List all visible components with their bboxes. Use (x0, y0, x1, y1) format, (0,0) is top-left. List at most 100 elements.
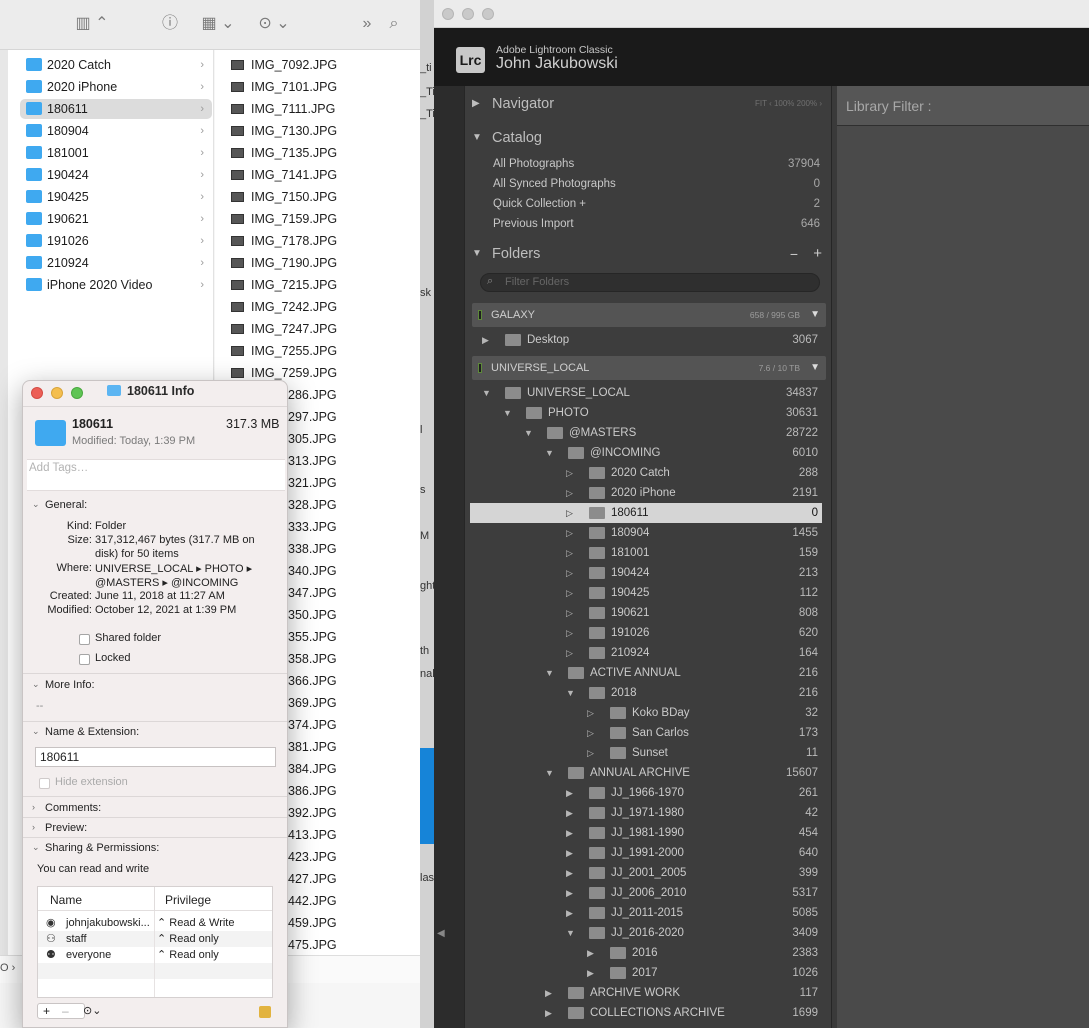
filter-folders-input[interactable]: ⌕ Filter Folders (480, 273, 820, 292)
list-item[interactable]: 180904 › (20, 121, 212, 141)
file-item[interactable]: 321.JPG (288, 473, 337, 493)
folder-tree-item[interactable]: ▷ 181001 159 (470, 543, 822, 563)
file-item[interactable]: 369.JPG (288, 693, 337, 713)
chevron-right-icon[interactable]: ▷ (566, 523, 573, 543)
file-item[interactable]: 427.JPG (288, 869, 337, 889)
folder-tree-item[interactable]: ▶ Desktop 3067 (470, 330, 822, 350)
folder-tree-item[interactable]: ▼ UNIVERSE_LOCAL 34837 (470, 383, 822, 403)
chevron-right-icon[interactable]: ▶ (545, 1003, 552, 1023)
folder-tree-item[interactable]: ▷ 180611 0 (470, 503, 822, 523)
chevron-down-icon[interactable]: ▼ (566, 683, 575, 703)
chevron-down-icon[interactable]: ▼ (545, 443, 554, 463)
chevron-down-icon[interactable]: ▼ (545, 663, 554, 683)
file-item[interactable]: 366.JPG (288, 671, 337, 691)
navigator-header[interactable]: ▶ Navigator FIT ‹ 100% 200% › (466, 89, 828, 119)
shared-folder-checkbox[interactable] (79, 634, 90, 645)
file-item[interactable]: 475.JPG (288, 935, 337, 955)
chevron-right-icon[interactable]: ▷ (587, 743, 594, 763)
folder-tree-item[interactable]: ▼ @INCOMING 6010 (470, 443, 822, 463)
chevron-right-icon[interactable]: ▶ (566, 863, 573, 883)
chevron-right-icon[interactable]: ▶ (587, 943, 594, 963)
list-item[interactable]: iPhone 2020 Video › (20, 275, 212, 295)
folder-tree-item[interactable]: ▶ JJ_1966-1970 261 (470, 783, 822, 803)
list-item[interactable]: 190424 › (20, 165, 212, 185)
chevron-right-icon[interactable]: ▶ (566, 903, 573, 923)
chevron-right-icon[interactable]: ▷ (566, 503, 573, 523)
file-item[interactable]: 313.JPG (288, 451, 337, 471)
catalog-item[interactable]: Quick Collection + 2 (470, 194, 824, 214)
action-menu-button[interactable]: ⊙⌄ (83, 1004, 101, 1017)
file-item[interactable]: 384.JPG (288, 759, 337, 779)
info-zoom-button[interactable] (71, 387, 83, 399)
chevron-right-icon[interactable]: ▶ (587, 963, 594, 983)
file-item[interactable]: 442.JPG (288, 891, 337, 911)
folder-tree-item[interactable]: ▷ 191026 620 (470, 623, 822, 643)
file-item[interactable]: 338.JPG (288, 539, 337, 559)
chevron-right-icon[interactable]: ▷ (566, 583, 573, 603)
list-item[interactable]: 210924 › (20, 253, 212, 273)
volume-header[interactable]: UNIVERSE_LOCAL 7.6 / 10 TB ▼ (472, 356, 826, 380)
file-item[interactable]: 347.JPG (288, 583, 337, 603)
chevron-right-icon[interactable]: ▷ (566, 643, 573, 663)
chevron-right-icon[interactable]: ▷ (566, 463, 573, 483)
list-item[interactable]: 2020 Catch › (20, 55, 212, 75)
catalog-item[interactable]: Previous Import 646 (470, 214, 824, 234)
folder-tree-item[interactable]: ▶ JJ_2006_2010 5317 (470, 883, 822, 903)
chevron-right-icon[interactable]: ▶ (566, 803, 573, 823)
chevron-right-icon[interactable]: ▷ (587, 723, 594, 743)
file-item[interactable]: 286.JPG (288, 385, 337, 405)
chevron-down-icon[interactable]: ▼ (482, 383, 491, 403)
folder-tree-item[interactable]: ▷ Koko BDay 32 (470, 703, 822, 723)
view-toggle-icon[interactable]: ▥ ⌃ (72, 14, 112, 34)
list-item[interactable]: 190621 › (20, 209, 212, 229)
permission-privilege[interactable]: ⌃ Read only (157, 931, 219, 947)
list-item[interactable]: 2020 iPhone › (20, 77, 212, 97)
chevron-right-icon[interactable]: ▷ (587, 703, 594, 723)
chevron-down-icon[interactable]: ▼ (566, 923, 575, 943)
file-item[interactable]: 358.JPG (288, 649, 337, 669)
table-row[interactable]: ◉ johnjakubowski... ⌃ Read & Write (38, 915, 272, 931)
chevron-right-icon[interactable]: ▷ (566, 603, 573, 623)
remove-permission-button[interactable]: – (62, 1004, 69, 1018)
folder-tree-item[interactable]: ▷ Sunset 11 (470, 743, 822, 763)
lock-icon[interactable] (259, 1006, 271, 1018)
search-icon[interactable]: ⌕ (384, 14, 404, 34)
folders-header[interactable]: ▼ Folders − + (466, 239, 828, 269)
chevron-down-icon[interactable]: ▼ (524, 423, 533, 443)
chevron-right-icon[interactable]: ▶ (566, 823, 573, 843)
folder-tree-item[interactable]: ▼ JJ_2016-2020 3409 (470, 923, 822, 943)
file-item[interactable]: 333.JPG (288, 517, 337, 537)
catalog-item[interactable]: All Synced Photographs 0 (470, 174, 824, 194)
locked-checkbox[interactable] (79, 654, 90, 665)
folder-tree-item[interactable]: ▶ 2017 1026 (470, 963, 822, 983)
col-name-header[interactable]: Name (50, 893, 82, 907)
name-field[interactable]: 180611 (35, 747, 276, 767)
folder-tree-item[interactable]: ▼ ANNUAL ARCHIVE 15607 (470, 763, 822, 783)
chevron-right-icon[interactable]: ▷ (566, 483, 573, 503)
folder-tree-item[interactable]: ▷ 180904 1455 (470, 523, 822, 543)
folder-tree-item[interactable]: ▶ JJ_2011-2015 5085 (470, 903, 822, 923)
chevron-down-icon[interactable]: ▼ (545, 763, 554, 783)
info-minimize-button[interactable] (51, 387, 63, 399)
file-item[interactable]: 350.JPG (288, 605, 337, 625)
folder-tree-item[interactable]: ▼ ACTIVE ANNUAL 216 (470, 663, 822, 683)
col-privilege-header[interactable]: Privilege (165, 893, 211, 907)
remove-folder-button[interactable]: − (790, 239, 798, 269)
chevron-right-icon[interactable]: ▷ (566, 623, 573, 643)
chevron-right-icon[interactable]: ▶ (566, 783, 573, 803)
group-icon[interactable]: ▦ ⌄ (199, 14, 237, 34)
file-item[interactable]: 374.JPG (288, 715, 337, 735)
overflow-chevrons-icon[interactable]: » (358, 14, 376, 34)
folder-tree-item[interactable]: ▷ San Carlos 173 (470, 723, 822, 743)
chevron-right-icon[interactable]: ▷ (566, 543, 573, 563)
navigator-zoom[interactable]: FIT ‹ 100% 200% › (755, 89, 822, 119)
file-item[interactable]: 328.JPG (288, 495, 337, 515)
permission-privilege[interactable]: ⌃ Read only (157, 947, 219, 963)
file-item[interactable]: 305.JPG (288, 429, 337, 449)
list-item[interactable]: 180611 › (20, 99, 212, 119)
file-item[interactable]: 381.JPG (288, 737, 337, 757)
chevron-right-icon[interactable]: ▶ (566, 883, 573, 903)
folder-tree-item[interactable]: ▷ 190424 213 (470, 563, 822, 583)
folder-tree-item[interactable]: ▶ COLLECTIONS ARCHIVE 1699 (470, 1003, 822, 1023)
folder-tree-item[interactable]: ▶ JJ_1971-1980 42 (470, 803, 822, 823)
